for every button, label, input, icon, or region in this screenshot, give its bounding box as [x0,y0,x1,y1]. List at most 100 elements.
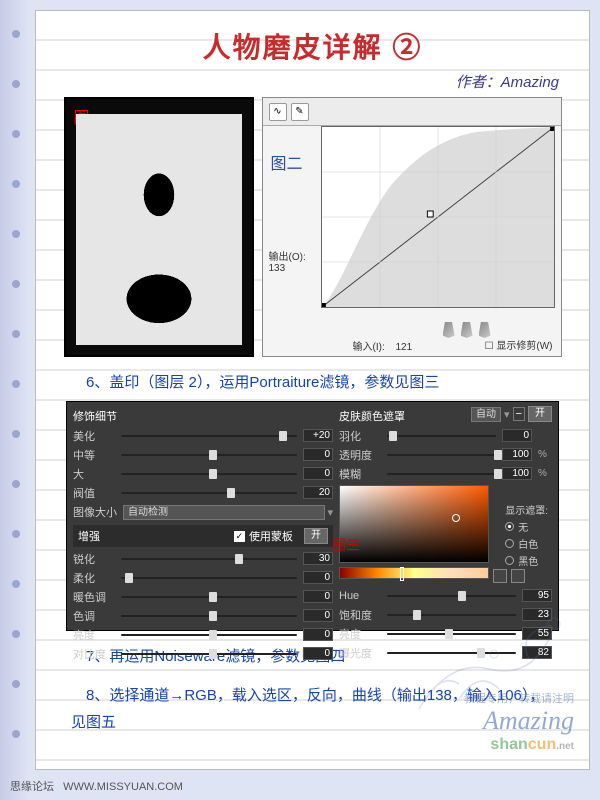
slider-thumb[interactable] [209,649,217,659]
slider-track[interactable] [121,653,297,655]
use-mask-checkbox[interactable]: ✓使用蒙板 开 [234,528,328,544]
slider-track[interactable] [121,558,297,560]
eyedropper-icon[interactable] [461,322,473,338]
slider-thumb[interactable] [209,611,217,621]
slider-value[interactable]: 0 [303,647,333,660]
slider-value[interactable]: 20 [303,486,333,499]
figures-row: 图一 ∿ ✎ 图二 [36,97,589,357]
slider-row: 亮度0 [73,627,333,642]
curves-eyedroppers [443,322,491,338]
slider-row: 亮度55 [339,626,552,641]
slider-row: 透明度100% [339,447,552,462]
slider-track[interactable] [121,634,297,636]
figure-2-label: 图二 [271,150,303,174]
curve-tool-smooth-icon[interactable]: ∿ [269,103,287,121]
mask-radio-none[interactable]: 无 [505,519,548,534]
curves-graph[interactable] [321,126,555,308]
slider-thumb[interactable] [125,573,133,583]
detail-section-title: 修饰细节 [73,408,333,424]
slider-value[interactable]: 0 [303,571,333,584]
slider-track[interactable] [387,614,516,616]
chevron-down-icon[interactable]: ▾ [327,506,333,519]
slider-row: 柔化0 [73,570,333,585]
figure-1: 图一 [64,97,254,357]
slider-thumb[interactable] [235,554,243,564]
slider-value[interactable]: 82 [522,646,552,659]
slider-value[interactable]: 23 [522,608,552,621]
page-title: 人物磨皮详解 ② [36,26,589,66]
slider-thumb[interactable] [494,450,502,460]
slider-thumb[interactable] [445,629,453,639]
slider-value[interactable]: 0 [303,628,333,641]
image-size-dropdown[interactable]: 自动检测 [123,505,325,520]
slider-track[interactable] [121,492,297,494]
slider-value[interactable]: 0 [303,609,333,622]
site-watermark: shancun.net [464,736,574,754]
slider-track[interactable] [121,577,297,579]
slider-row: 美化+20 [73,428,333,443]
slider-thumb[interactable] [279,431,287,441]
slider-value[interactable]: 30 [303,552,333,565]
slider-thumb[interactable] [494,469,502,479]
slider-thumb[interactable] [209,592,217,602]
slider-value[interactable]: 0 [303,467,333,480]
curve-tool-pencil-icon[interactable]: ✎ [291,103,309,121]
slider-value[interactable]: +20 [303,429,333,442]
eyedropper-icon[interactable] [443,322,455,338]
curves-toolbar: ∿ ✎ [263,98,561,126]
panel-left-column: 修饰细节 美化+20中等0大0阀值20 图像大小 自动检测 ▾ 增强 ✓使用蒙板… [73,408,333,624]
color-picker[interactable] [339,485,489,563]
slider-row: Hue95 [339,588,552,603]
slider-thumb[interactable] [389,431,397,441]
slider-track[interactable] [387,454,496,456]
slider-track[interactable] [121,454,297,456]
slider-track[interactable] [387,652,516,654]
slider-value[interactable]: 100 [502,448,532,461]
eyedropper-icon[interactable] [493,569,507,583]
slider-value[interactable]: 0 [303,448,333,461]
eyedropper-icon[interactable] [479,322,491,338]
author-line: 作者：Amazing [36,71,559,92]
slider-track[interactable] [387,435,496,437]
eyedropper-add-icon[interactable] [511,569,525,583]
slider-value[interactable]: 0 [502,429,532,442]
open-button[interactable]: 开 [304,528,328,544]
slider-value[interactable]: 55 [522,627,552,640]
slider-thumb[interactable] [209,450,217,460]
slider-row: 大0 [73,466,333,481]
curves-show-clip[interactable]: ☐ 显示修剪(W) [485,337,553,352]
slider-thumb[interactable] [413,610,421,620]
curves-output: 输出(O): 133 [269,248,306,274]
panel-right-column: 皮肤颜色遮罩 羽化0透明度100%模糊100% Hue95饱和度23亮度55曝光… [339,408,552,624]
slider-thumb[interactable] [477,648,485,658]
mask-radio-black[interactable]: 黑色 [505,553,548,568]
slider-thumb[interactable] [209,469,217,479]
slider-value[interactable]: 100 [502,467,532,480]
slider-value[interactable]: 95 [522,589,552,602]
slider-value[interactable]: 0 [303,590,333,603]
slider-track[interactable] [387,633,516,635]
slider-thumb[interactable] [209,630,217,640]
mask-radio-white[interactable]: 白色 [505,536,548,551]
slider-thumb[interactable] [458,591,466,601]
minus-button[interactable]: − [513,407,525,421]
figure-1-image [76,114,242,345]
slider-thumb[interactable] [227,488,235,498]
slider-track[interactable] [121,473,297,475]
slider-track[interactable] [121,615,297,617]
curves-input: 输入(I): 121 [353,338,413,353]
auto-dropdown[interactable]: 自动 [471,407,501,422]
slider-track[interactable] [121,596,297,598]
figure-3-portraiture-panel: 图三 自动 ▾ − 开 修饰细节 美化+20中等0大0阀值20 图像大小 自动检… [66,401,559,631]
open-button[interactable]: 开 [528,406,552,422]
slider-track[interactable] [387,595,516,597]
step-6: 6、盖印（图层 2），运用Portraiture滤镜，参数见图三 [71,369,559,396]
figure-2-curves-panel: ∿ ✎ 图二 输出(O [262,97,562,357]
mask-display-options: 显示遮罩: 无 白色 黑色 [505,502,548,570]
slider-track[interactable] [387,473,496,475]
hue-bar[interactable] [339,567,489,579]
slider-row: 饱和度23 [339,607,552,622]
slider-track[interactable] [121,435,297,437]
slider-row: 对比度0 [73,646,333,661]
image-size-row: 图像大小 自动检测 ▾ [73,504,333,520]
